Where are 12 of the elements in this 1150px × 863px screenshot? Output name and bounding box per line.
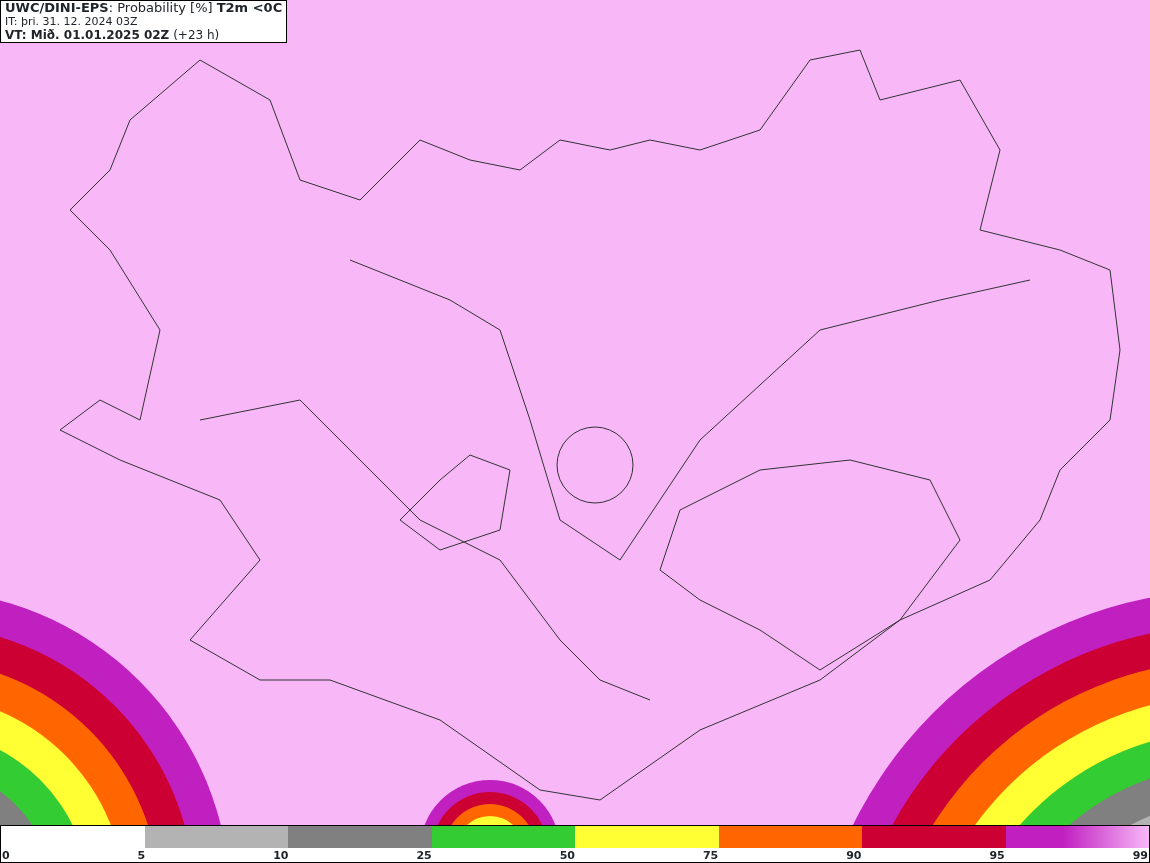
legend-tick-label: 99	[1132, 848, 1148, 863]
valid-time: VT: Mið. 01.01.2025 02Z (+23 h)	[4, 28, 221, 43]
legend-tick-label: 0	[2, 848, 10, 863]
chart-title: UWC/DINI-EPS: Probability [%] T2m <0C	[4, 1, 284, 16]
legend-tick-label: 75	[702, 848, 719, 863]
legend-tick-label: 95	[989, 848, 1005, 863]
legend-tick-label: 90	[846, 848, 862, 863]
legend-tick-label: 25	[416, 848, 432, 863]
issue-time: IT: þri. 31. 12. 2024 03Z	[4, 15, 138, 29]
legend-tick-label: 50	[559, 848, 575, 863]
legend-tick-label: 10	[273, 848, 289, 863]
legend-tick-label: 5	[137, 848, 146, 863]
